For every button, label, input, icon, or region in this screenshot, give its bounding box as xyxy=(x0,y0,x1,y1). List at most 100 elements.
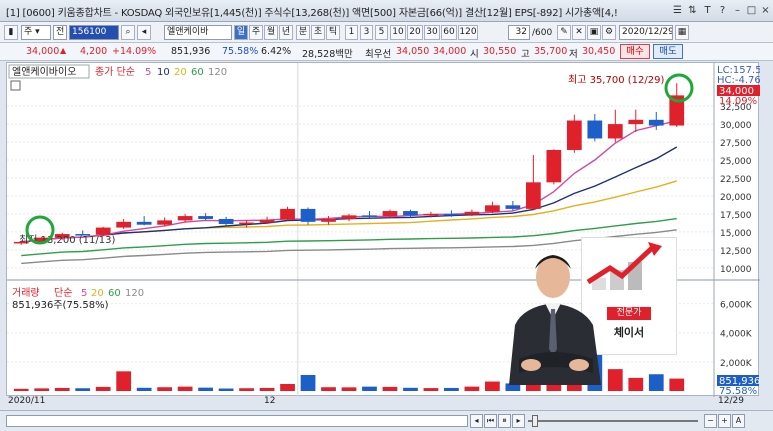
period-month-button[interactable]: 월 xyxy=(264,25,278,40)
zoom-out-icon[interactable]: − xyxy=(704,414,717,428)
candle-body xyxy=(566,120,582,150)
sort-icon[interactable]: ⇅ xyxy=(686,4,699,17)
period-week-button[interactable]: 주 xyxy=(249,25,263,40)
ma60-label: 60 xyxy=(191,67,204,78)
period-minute-button[interactable]: 분 xyxy=(296,25,310,40)
minute-120-button[interactable]: 120 xyxy=(458,25,478,40)
candle-body xyxy=(177,216,193,221)
grid-toggle-icon[interactable] xyxy=(10,80,21,91)
candle-body xyxy=(444,213,459,216)
y-tick-label: 22,500 xyxy=(720,175,752,185)
candle-body xyxy=(485,205,500,212)
minimize-icon[interactable]: – xyxy=(731,4,744,17)
scroll-bar[interactable]: 2020/11 12 12/29 ◂ ⏮ ⏸ ▸ − + A xyxy=(0,396,773,431)
minute-60-button[interactable]: 60 xyxy=(441,25,457,40)
drawing-tool-icon[interactable]: ▮ xyxy=(4,25,18,40)
minute-3-button[interactable]: 3 xyxy=(360,25,373,40)
y-tick-label: 25,000 xyxy=(720,157,752,167)
ma-label: 종가 단순 xyxy=(95,66,135,78)
expert-ad[interactable]: 전문가 체이서 xyxy=(501,235,677,385)
candle-body xyxy=(648,119,664,126)
minute-10-button[interactable]: 10 xyxy=(390,25,406,40)
volume-bar xyxy=(177,386,193,391)
volume-tick-label: 2,000K xyxy=(720,359,753,369)
volume-bar xyxy=(54,387,70,391)
low-label: 저 xyxy=(569,49,578,60)
volume-bar xyxy=(403,387,418,391)
text-icon[interactable]: T xyxy=(701,4,714,17)
calendar-icon[interactable]: ▦ xyxy=(675,25,689,40)
high-price: 35,700 xyxy=(534,46,568,57)
sell-button[interactable]: 매도 xyxy=(653,44,683,59)
search-icon[interactable]: ⌕ xyxy=(121,25,135,40)
save-icon[interactable]: ▣ xyxy=(587,25,601,40)
period-year-button[interactable]: 년 xyxy=(279,25,293,40)
volume-bar xyxy=(321,387,336,391)
volume-ma-label: 단순 xyxy=(54,287,72,299)
speaker-icon[interactable]: ◂ xyxy=(137,25,151,40)
mode-select[interactable]: 주 ▾ xyxy=(21,25,51,40)
x-label-end: 12/29 xyxy=(718,396,744,406)
link-icon[interactable]: ✕ xyxy=(572,25,586,40)
chart-toolbar: ▮ 주 ▾ 전 156100 ⌕ ◂ 엘앤케이바 일 주 월 년 분 초 틱 1… xyxy=(0,22,773,43)
y-tick-label: 15,000 xyxy=(720,229,752,239)
volume-bar xyxy=(300,374,316,391)
period-day-button[interactable]: 일 xyxy=(234,25,248,40)
scroll-left-icon[interactable]: ◂ xyxy=(470,414,483,428)
vol-ma5-label: 5 xyxy=(81,288,87,299)
settings-icon[interactable]: ✎ xyxy=(557,25,571,40)
stock-name-label: 엘앤케이바이오 xyxy=(12,65,76,78)
volume-bar xyxy=(95,386,111,391)
help-icon[interactable]: ? xyxy=(716,4,729,17)
count-input[interactable]: 32 xyxy=(508,25,530,40)
text-size-icon[interactable]: A xyxy=(732,414,745,428)
quote-bar: 34,000 ▲ 4,200 +14.09% 851,936 75.58% 6.… xyxy=(0,43,773,61)
candle-body xyxy=(218,218,234,224)
buy-button[interactable]: 매수 xyxy=(620,44,650,59)
stock-name-field[interactable]: 엘앤케이바 xyxy=(164,25,232,40)
volume-bar xyxy=(382,386,398,391)
pause-icon[interactable]: ⏸ xyxy=(498,414,511,428)
candle-body xyxy=(423,213,439,216)
volume-tick-label: 4,000K xyxy=(720,330,753,340)
vol-ma120-label: 120 xyxy=(125,288,144,299)
count-total: /600 xyxy=(532,28,553,38)
zoom-in-icon[interactable]: + xyxy=(718,414,731,428)
minute-30-button[interactable]: 30 xyxy=(424,25,440,40)
candle-body xyxy=(341,215,357,219)
date-input[interactable]: 2020/12/29 xyxy=(619,25,673,40)
volume-label: 거래량 xyxy=(12,287,40,299)
hc-label: HC:-4.76 xyxy=(717,75,760,86)
volume-bar xyxy=(13,388,29,391)
scroll-right-icon[interactable]: ▸ xyxy=(512,414,525,428)
gear-icon[interactable]: ⚙ xyxy=(602,25,616,40)
candle-body xyxy=(628,119,644,125)
moving-average-line xyxy=(21,146,678,243)
menu-icon[interactable]: ☰ xyxy=(671,4,684,17)
mode2-select[interactable]: 전 xyxy=(53,25,67,40)
candle-body xyxy=(321,218,336,222)
window-title: [1] [0600] 키움종합차트 - KOSDAQ 외국인보유[1,445(천… xyxy=(6,8,618,19)
chart-area[interactable]: 엘앤케이바이오 종가 단순 5 10 20 60 120 LC:157.58 H… xyxy=(6,62,768,397)
zoom-slider[interactable] xyxy=(528,420,698,422)
open-label: 시 xyxy=(470,49,479,60)
volume-bar xyxy=(444,387,459,391)
period-tick-button[interactable]: 틱 xyxy=(326,25,340,40)
minute-20-button[interactable]: 20 xyxy=(407,25,423,40)
scroll-track[interactable] xyxy=(6,415,468,427)
maximize-icon[interactable]: □ xyxy=(745,4,758,17)
candle-body xyxy=(198,216,213,219)
candle-body xyxy=(239,222,254,225)
minute-1-button[interactable]: 1 xyxy=(345,25,358,40)
candle-body xyxy=(546,149,562,183)
zoom-slider-handle[interactable] xyxy=(532,415,538,427)
ma10-label: 10 xyxy=(157,67,170,78)
volume-bar xyxy=(116,371,132,391)
volume-bar xyxy=(362,386,377,391)
minute-5-button[interactable]: 5 xyxy=(375,25,388,40)
scroll-first-icon[interactable]: ⏮ xyxy=(484,414,497,428)
code-input[interactable]: 156100 xyxy=(69,25,119,40)
period-second-button[interactable]: 초 xyxy=(311,25,325,40)
x-label-mid: 12 xyxy=(264,396,276,406)
close-icon[interactable]: × xyxy=(759,4,772,17)
